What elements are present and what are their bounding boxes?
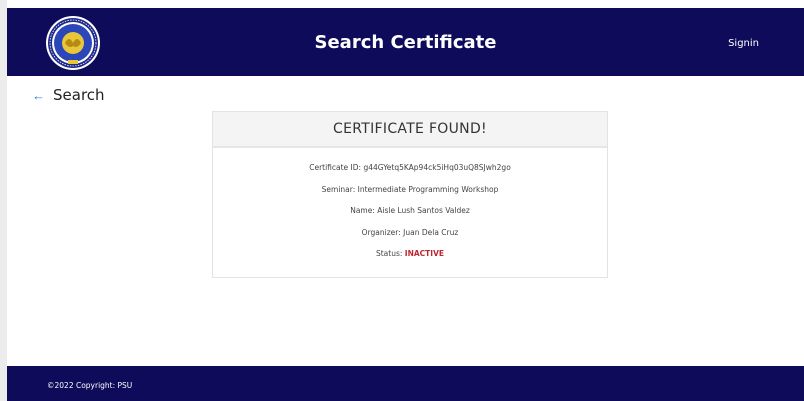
window-edge — [0, 0, 7, 401]
back-label: Search — [53, 86, 105, 104]
page: Search Certificate Signin ← Search CERTI… — [0, 0, 804, 401]
back-nav[interactable]: ← Search — [32, 86, 105, 104]
field-label: Seminar: — [321, 184, 358, 194]
status-badge: INACTIVE — [404, 249, 445, 258]
organizer-value: Juan Dela Cruz — [403, 227, 459, 237]
card-title: CERTIFICATE FOUND! — [333, 121, 487, 137]
navbar: Search Certificate Signin — [7, 8, 804, 76]
organizer-row: Organizer: Juan Dela Cruz — [213, 227, 607, 249]
card-header: CERTIFICATE FOUND! — [213, 112, 607, 148]
arrow-left-icon[interactable]: ← — [32, 88, 45, 103]
footer: ©2022 Copyright: PSU — [7, 366, 804, 401]
field-label: Certificate ID: — [309, 163, 364, 172]
field-label: Organizer: — [361, 227, 404, 237]
certificate-id-value: g44GYetq5KAp94ck5iHq03uQ8SJwh2go — [363, 163, 511, 172]
certificate-id-row: Certificate ID: g44GYetq5KAp94ck5iHq03uQ… — [213, 162, 607, 184]
page-title: Search Certificate — [314, 32, 497, 53]
field-label: Status: — [375, 249, 405, 258]
copyright-text: ©2022 Copyright: PSU — [47, 381, 133, 390]
signin-link[interactable]: Signin — [728, 38, 759, 49]
card-body: Certificate ID: g44GYetq5KAp94ck5iHq03uQ… — [213, 148, 607, 270]
name-value: Aisle Lush Santos Valdez — [377, 206, 470, 215]
field-label: Name: — [350, 206, 378, 215]
certificate-card: CERTIFICATE FOUND! Certificate ID: g44GY… — [212, 111, 608, 278]
top-strip — [7, 0, 804, 8]
name-row: Name: Aisle Lush Santos Valdez — [213, 205, 607, 227]
seminar-row: Seminar: Intermediate Programming Worksh… — [213, 184, 607, 206]
seminar-value: Intermediate Programming Workshop — [357, 184, 499, 194]
status-row: Status: INACTIVE — [213, 248, 607, 270]
